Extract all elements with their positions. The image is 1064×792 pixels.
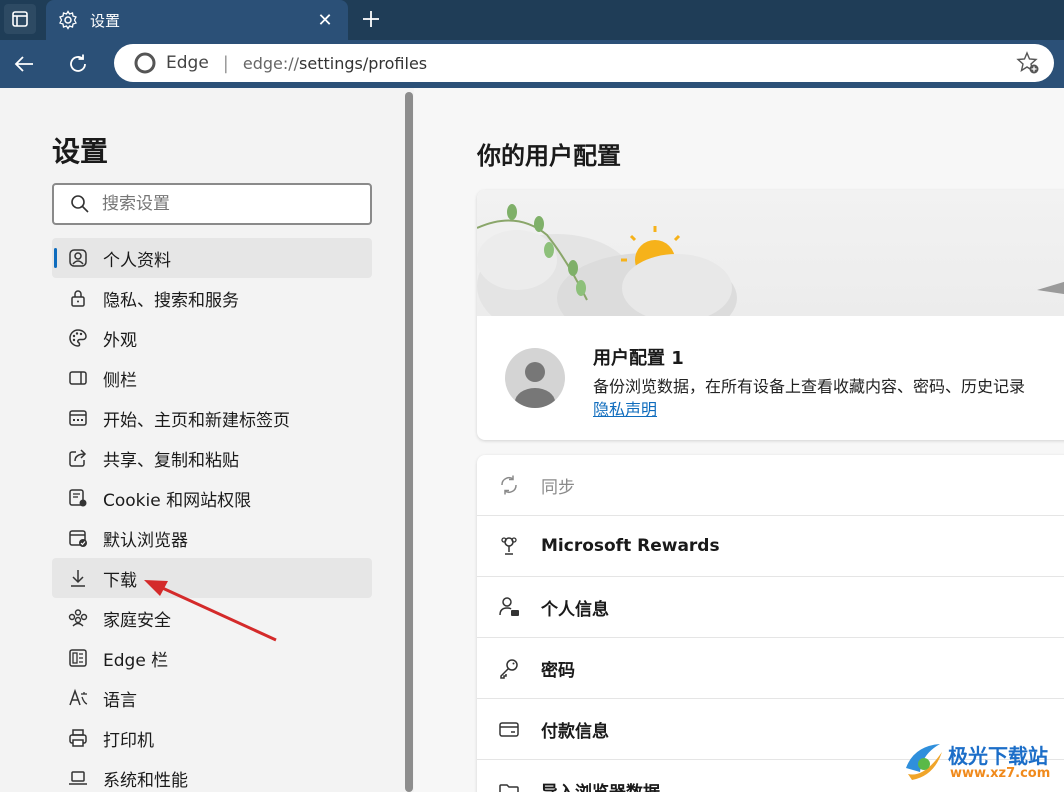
family-icon — [66, 606, 90, 630]
profile-icon — [66, 246, 90, 270]
list-item-rewards[interactable]: Microsoft Rewards — [477, 516, 1064, 577]
refresh-icon — [70, 54, 86, 72]
list-item-label: 个人信息 — [541, 599, 609, 620]
sidebar-item-cookies[interactable]: Cookie 和网站权限 — [52, 478, 372, 518]
lock-icon — [66, 286, 90, 310]
printer-icon — [66, 726, 90, 750]
sidebar-item-sidebar[interactable]: 侧栏 — [52, 358, 372, 398]
tab-strip: 设置 ✕ — [0, 0, 1064, 40]
folder-icon — [497, 779, 521, 792]
sidebar-item-appearance[interactable]: 外观 — [52, 318, 372, 358]
add-favorite-icon[interactable] — [1016, 51, 1040, 75]
sidebar-item-label: 隐私、搜索和服务 — [103, 290, 239, 311]
palette-icon — [66, 326, 90, 350]
cookie-icon — [66, 486, 90, 510]
sidebar-item-label: 默认浏览器 — [103, 530, 188, 551]
share-icon — [66, 446, 90, 470]
address-path: settings/profiles — [299, 53, 428, 73]
list-item-label: 付款信息 — [541, 721, 609, 742]
list-item-label: 同步 — [541, 477, 575, 498]
address-bar[interactable]: Edge | edge:// settings/profiles — [114, 44, 1054, 82]
profile-name: 用户配置 1 — [593, 348, 684, 369]
annotation-arrow — [144, 580, 277, 642]
search-input[interactable] — [102, 194, 342, 214]
sidebar-icon — [66, 366, 90, 390]
profile-description: 备份浏览数据，在所有设备上查看收藏内容、密码、历史记录 — [593, 377, 1026, 396]
key-icon — [497, 656, 521, 680]
laptop-icon — [66, 766, 90, 790]
trophy-icon — [497, 534, 521, 558]
sidebar-item-label: Cookie 和网站权限 — [103, 490, 252, 511]
list-item-passwords[interactable]: 密码 — [477, 638, 1064, 699]
list-item-label: 密码 — [541, 660, 575, 681]
download-icon — [66, 566, 90, 590]
sidebar-item-default-browser[interactable]: 默认浏览器 — [52, 518, 372, 558]
sidebar-item-system[interactable]: 系统和性能 — [52, 758, 372, 792]
back-button[interactable] — [8, 48, 40, 80]
close-tab-icon[interactable]: ✕ — [314, 10, 336, 31]
tab-settings[interactable]: 设置 ✕ — [46, 0, 348, 40]
sidebar-item-printers[interactable]: 打印机 — [52, 718, 372, 758]
edge-bar-icon — [66, 646, 90, 670]
sidebar-item-label: 打印机 — [103, 730, 154, 751]
list-item-label: Microsoft Rewards — [541, 536, 720, 556]
watermark-text: 极光下载站 — [948, 744, 1048, 768]
edge-logo-icon — [134, 52, 156, 74]
gear-icon — [59, 10, 77, 30]
tab-actions-icon — [12, 11, 28, 27]
language-icon — [66, 686, 90, 710]
list-item-label: 导入浏览器数据 — [541, 778, 660, 792]
profile-card: 用户配置 1 备份浏览数据，在所有设备上查看收藏内容、密码、历史记录 隐私声明 — [477, 190, 1064, 440]
browser-icon — [66, 526, 90, 550]
tab-actions-button[interactable] — [4, 4, 36, 34]
sidebar-item-privacy[interactable]: 隐私、搜索和服务 — [52, 278, 372, 318]
sidebar-item-label: 语言 — [103, 690, 137, 711]
sync-icon — [497, 473, 521, 497]
settings-sidebar: 设置 个人资料 隐私、搜索和服务 外观 侧栏 开始、主页和新建标签页 共享、复制… — [0, 88, 404, 792]
settings-title: 设置 — [52, 135, 109, 168]
avatar[interactable] — [505, 348, 565, 408]
sidebar-item-label: 外观 — [103, 330, 137, 351]
search-icon — [71, 195, 89, 213]
sidebar-item-label: 个人资料 — [103, 250, 171, 271]
new-tab-button[interactable] — [356, 4, 386, 34]
main-content: 你的用户配置 用户配置 1 备份浏览数据，在所有设备上查看收藏内容、密码、历史记… — [414, 88, 1064, 792]
watermark-logo-icon — [906, 744, 942, 780]
sidebar-item-profile[interactable]: 个人资料 — [52, 238, 372, 278]
plus-icon — [363, 11, 379, 27]
watermark-url: www.xz7.com — [950, 766, 1051, 781]
watermark: 极光下载站 www.xz7.com — [900, 738, 1060, 788]
scrollbar-thumb[interactable] — [405, 92, 413, 792]
sidebar-scrollbar[interactable] — [404, 88, 414, 792]
privacy-statement-link[interactable]: 隐私声明 — [593, 396, 657, 420]
credit-card-icon — [497, 717, 521, 741]
tab-title: 设置 — [90, 11, 121, 30]
list-item-personal-info[interactable]: 个人信息 — [477, 577, 1064, 638]
refresh-button[interactable] — [62, 48, 94, 80]
sidebar-item-label: 开始、主页和新建标签页 — [103, 410, 290, 431]
toolbar: Edge | edge:// settings/profiles — [0, 40, 1064, 88]
sidebar-item-language[interactable]: 语言 — [52, 678, 372, 718]
sidebar-item-label: Edge 栏 — [103, 650, 169, 671]
sidebar-item-label: 侧栏 — [103, 370, 137, 391]
address-separator: | — [222, 52, 229, 74]
back-arrow-icon — [14, 56, 33, 72]
address-scheme: edge:// — [242, 53, 300, 73]
sidebar-item-start-home[interactable]: 开始、主页和新建标签页 — [52, 398, 372, 438]
list-item-sync[interactable]: 同步 — [477, 455, 1064, 516]
search-box[interactable] — [52, 183, 372, 225]
sidebar-item-label: 共享、复制和粘贴 — [103, 450, 239, 471]
sidebar-item-label: 系统和性能 — [103, 770, 188, 791]
settings-nav: 个人资料 隐私、搜索和服务 外观 侧栏 开始、主页和新建标签页 共享、复制和粘贴… — [52, 238, 372, 792]
person-card-icon — [497, 595, 521, 619]
profile-banner-image — [477, 190, 1064, 343]
sidebar-item-share[interactable]: 共享、复制和粘贴 — [52, 438, 372, 478]
home-tabs-icon — [66, 406, 90, 430]
page-title: 你的用户配置 — [477, 142, 621, 170]
address-brand: Edge — [166, 53, 209, 73]
